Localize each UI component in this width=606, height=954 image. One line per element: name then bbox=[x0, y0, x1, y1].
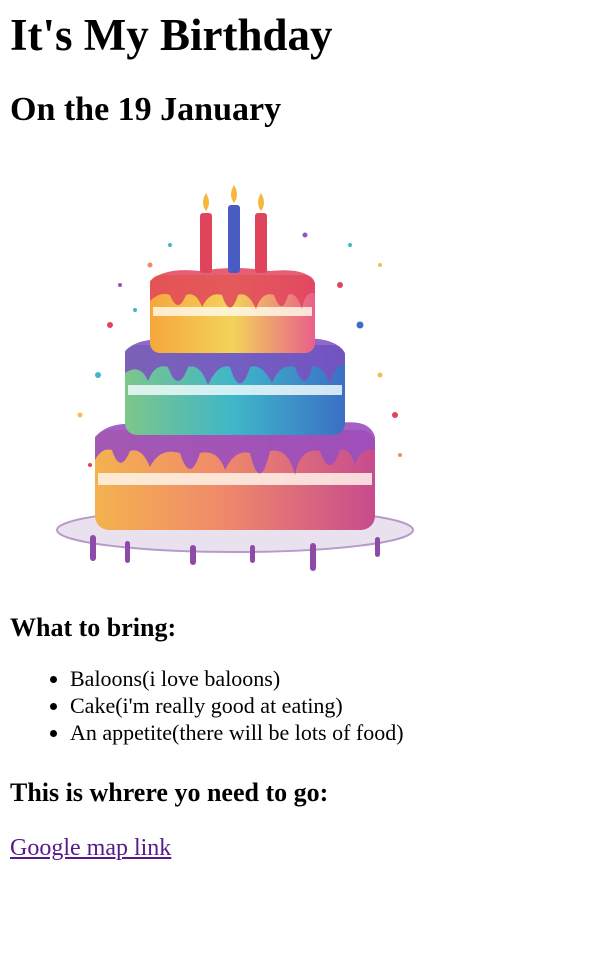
list-item: Baloons(i love baloons) bbox=[70, 665, 596, 692]
page-title: It's My Birthday bbox=[10, 10, 333, 60]
what-to-bring-heading: What to bring: bbox=[10, 613, 177, 642]
candles bbox=[200, 185, 267, 273]
birthday-cake-image bbox=[50, 175, 430, 595]
list-item: An appetite(there will be lots of food) bbox=[70, 719, 596, 746]
page-body: It's My Birthday On the 19 January What … bbox=[0, 9, 606, 862]
google-map-link[interactable]: Google map link bbox=[10, 834, 171, 862]
birthday-cake-icon bbox=[56, 185, 414, 571]
page-subtitle: On the 19 January bbox=[10, 91, 282, 128]
location-heading: This is whrere yo need to go: bbox=[10, 778, 329, 807]
bring-list: Baloons(i love baloons) Cake(i'm really … bbox=[10, 665, 596, 746]
list-item: Cake(i'm really good at eating) bbox=[70, 692, 596, 719]
